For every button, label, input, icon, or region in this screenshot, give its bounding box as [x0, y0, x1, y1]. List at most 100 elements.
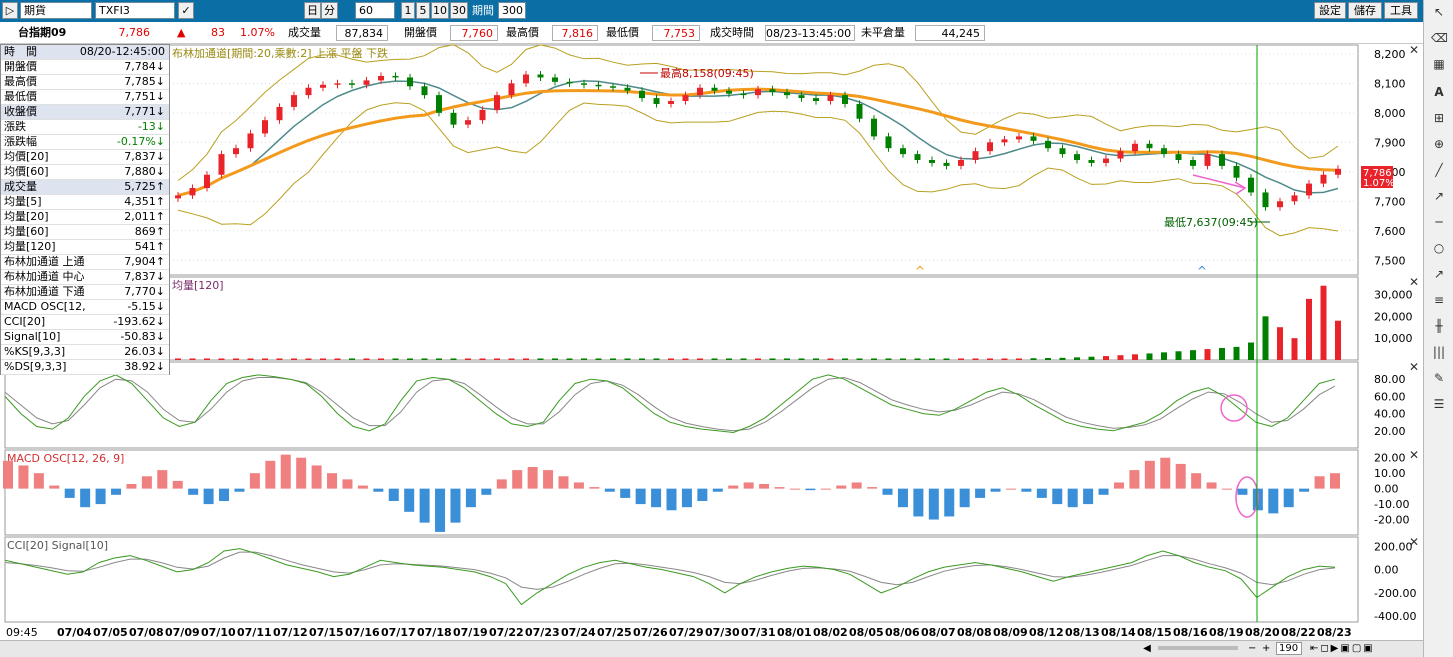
volume-legend: 均量[120]	[172, 279, 224, 292]
x-axis-label: 08/16	[1173, 626, 1208, 639]
volume-bar	[1291, 338, 1298, 360]
cci-y-tick: -200.00	[1374, 587, 1416, 600]
macd-bar	[558, 476, 569, 489]
macd-bar	[435, 488, 446, 532]
candle-body	[247, 133, 254, 149]
nav-icons[interactable]: ⇤◻▶▣▢▣	[1310, 642, 1410, 655]
candle-body	[813, 98, 819, 102]
macd-bar	[1160, 457, 1171, 489]
candle-body	[900, 148, 906, 155]
macd-legend: MACD OSC[12, 26, 9]	[7, 452, 124, 465]
fib-icon[interactable]: ≡	[1431, 292, 1447, 308]
macd-bar	[234, 488, 245, 492]
bottom-bar: ◀ − + 190 ⇤◻▶▣▢▣	[0, 640, 1423, 657]
macd-bar	[1067, 488, 1078, 508]
volume-bar	[885, 358, 892, 360]
channel-icon[interactable]: ╫	[1431, 318, 1447, 334]
volume-bar	[871, 358, 877, 360]
macd-bar	[651, 488, 662, 508]
candle-body	[682, 95, 689, 102]
info-value: -50.83↓	[120, 330, 165, 343]
x-axis-label: 07/18	[417, 626, 452, 639]
macd-bar	[1175, 463, 1186, 489]
zoom-out-icon[interactable]: −	[1248, 642, 1260, 655]
macd-bar	[419, 488, 430, 523]
chart-canvas[interactable]: ✕✕✕✕✕8,2008,1008,0007,9007,8007,7007,600…	[0, 0, 1423, 640]
macd-bar	[404, 488, 415, 512]
macd-bar	[589, 487, 600, 489]
volume-y-tick: 20,000	[1374, 310, 1413, 323]
info-label: 布林加通道 中心	[4, 270, 85, 283]
hline-icon[interactable]: ─	[1431, 214, 1447, 230]
x-axis-label: 08/06	[885, 626, 920, 639]
volume-bar	[1306, 298, 1312, 360]
volume-bar	[1103, 356, 1109, 360]
measure-icon[interactable]: ⊞	[1431, 110, 1447, 126]
macd-bar	[743, 482, 754, 489]
list-icon[interactable]: ☰	[1431, 396, 1447, 412]
kd-d-line	[4, 376, 1336, 432]
kd-y-tick: 80.00	[1374, 373, 1406, 386]
pointer-icon[interactable]: ↖	[1431, 4, 1447, 20]
volume-bar	[262, 358, 268, 360]
volume-bar	[1233, 346, 1240, 360]
x-axis-label: 07/24	[561, 626, 596, 639]
zoom-in-icon[interactable]: +	[1262, 642, 1274, 655]
circle-icon[interactable]: ○	[1431, 240, 1447, 256]
zoom-value[interactable]: 190	[1276, 642, 1302, 655]
candle-body	[1088, 160, 1095, 163]
macd-bar	[172, 480, 183, 489]
candle-body	[218, 154, 225, 175]
candle-body	[421, 86, 428, 96]
macd-y-tick: -10.00	[1374, 498, 1409, 511]
pink-arrow-icon	[1192, 174, 1247, 195]
info-label: 均價[20]	[4, 150, 49, 163]
info-row: 時 間 08/20-12:45:00	[1, 45, 169, 60]
eraser-icon[interactable]: ⌫	[1431, 30, 1448, 46]
macd-bar	[527, 467, 538, 489]
candle-body	[175, 195, 181, 199]
ray-icon[interactable]: ↗	[1431, 188, 1447, 204]
info-row: 均價[20] 7,837↓	[1, 150, 169, 165]
volume-bar	[1132, 354, 1138, 360]
candle-body	[523, 74, 529, 84]
x-axis-label: 07/08	[129, 626, 164, 639]
zoom-icon[interactable]: ⊕	[1431, 136, 1447, 152]
candle-body	[1030, 136, 1037, 141]
macd-bar	[1221, 488, 1232, 490]
line-icon[interactable]: ╱	[1431, 162, 1447, 178]
volume-bar	[1219, 347, 1225, 360]
macd-bar	[944, 488, 955, 517]
cci-y-tick: 200.00	[1374, 540, 1413, 553]
macd-bar	[1283, 488, 1294, 508]
macd-y-tick: 20.00	[1374, 452, 1406, 465]
volume-bar	[1262, 316, 1269, 360]
candle-body	[581, 83, 587, 85]
drawing-toolbar: ↖ ⌫ ▦ A ⊞ ⊕ ╱ ↗ ─ ○ ↗ ≡ ╫ ||| ✎ ☰	[1423, 0, 1453, 657]
macd-bar	[1330, 473, 1340, 489]
info-label: 均量[20]	[4, 210, 49, 223]
text-icon[interactable]: A	[1431, 84, 1447, 100]
volume-bar	[987, 358, 993, 360]
scroll-left-icon[interactable]: ◀	[1140, 642, 1154, 655]
all-icon[interactable]: ▦	[1431, 56, 1447, 72]
arrow-icon[interactable]: ↗	[1431, 266, 1447, 282]
volume-bar	[900, 358, 906, 360]
x-axis-label: 08/02	[813, 626, 848, 639]
volume-bar	[784, 358, 790, 360]
zoom-slider[interactable]	[1158, 646, 1238, 650]
volume-bar	[1059, 357, 1066, 360]
pencil-icon[interactable]: ✎	[1431, 370, 1447, 386]
macd-bar	[975, 488, 986, 498]
info-label: 成交量	[4, 180, 37, 193]
grid-icon[interactable]: |||	[1431, 344, 1447, 360]
volume-bar	[523, 358, 529, 360]
info-label: 最低價	[4, 90, 37, 103]
macd-bar	[342, 479, 353, 489]
kd-y-tick: 20.00	[1374, 425, 1406, 438]
candle-body	[1161, 148, 1167, 155]
macd-bar	[681, 488, 692, 508]
macd-bar	[1206, 482, 1217, 489]
candle-body	[595, 84, 602, 87]
info-row: 布林加通道 中心 7,837↓	[1, 270, 169, 285]
